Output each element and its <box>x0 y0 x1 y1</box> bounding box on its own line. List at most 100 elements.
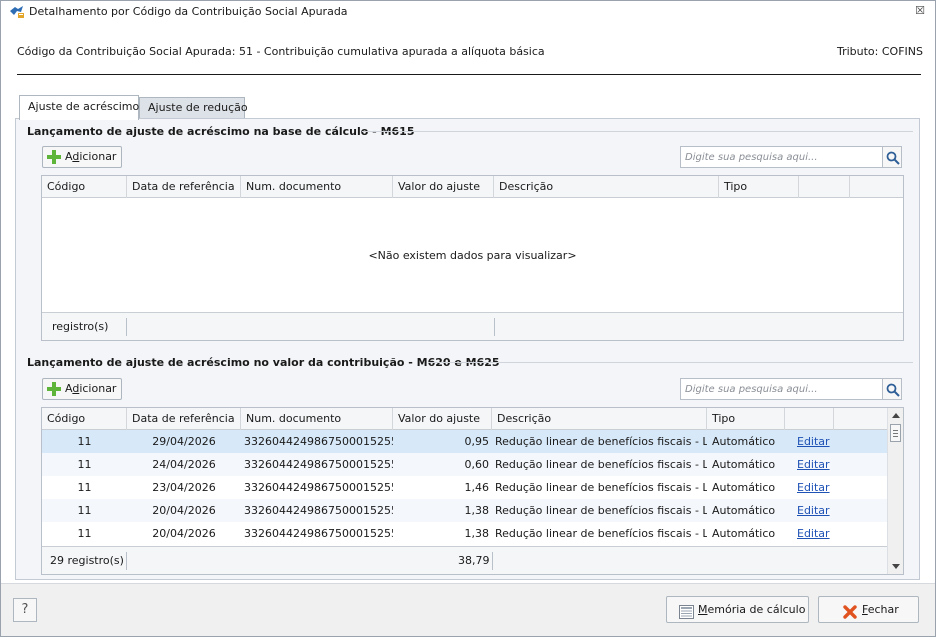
editar-link[interactable]: Editar <box>785 499 834 522</box>
editar-link[interactable]: Editar <box>785 453 834 476</box>
col-header-valor-ajuste[interactable]: Valor do ajuste <box>393 408 492 430</box>
col-header-data-referencia[interactable]: Data de referência <box>127 176 241 198</box>
tab-ajuste-reducao[interactable]: Ajuste de redução <box>139 97 248 119</box>
cell-tipo: Automático <box>712 504 776 517</box>
cell-codigo: 11 <box>77 481 92 494</box>
dialog-footer: ? Memória de cálculo Fechar <box>1 583 935 636</box>
search-input-m615[interactable] <box>680 146 882 168</box>
tributo-label: Tributo: COFINS <box>836 45 923 58</box>
tab-panel-ajuste-acrescimo: Lançamento de ajuste de acréscimo na bas… <box>15 118 920 580</box>
add-button-label: Adicionar <box>65 382 117 395</box>
add-button-label: Adicionar <box>65 150 117 163</box>
grid-m615: Código Data de referência Num. documento… <box>41 175 904 341</box>
plus-icon <box>47 382 61 396</box>
window-close-button[interactable]: ☒ <box>915 4 925 17</box>
vertical-scrollbar[interactable] <box>887 408 903 574</box>
title-bar: Detalhamento por Código da Contribuição … <box>1 1 935 23</box>
editar-link[interactable]: Editar <box>785 430 834 453</box>
add-button-m620[interactable]: Adicionar <box>42 378 123 400</box>
footer-separator <box>492 552 493 570</box>
calculator-icon <box>679 603 694 619</box>
cell-data: 20/04/2026 <box>152 504 216 517</box>
footer-total: 38,79 <box>458 554 490 567</box>
table-row[interactable]: 11 29/04/2026 33260442498675000152558900 0,… <box>42 430 889 453</box>
table-row[interactable]: 11 24/04/2026 33260442498675000152558900 0,… <box>42 453 889 476</box>
cell-valor: 1,38 <box>464 527 490 540</box>
col-header-descricao[interactable]: Descrição <box>492 408 707 430</box>
cell-descricao: Redução linear de benefícios fiscais - L… <box>495 481 707 494</box>
scroll-down-arrow-icon[interactable] <box>892 564 900 569</box>
cell-num: 33260442498675000152558900 <box>244 435 393 448</box>
table-row[interactable]: 11 20/04/2026 33260442498675000152558900 1,… <box>42 499 889 522</box>
cell-codigo: 11 <box>77 458 92 471</box>
search-input-m620[interactable] <box>680 378 882 400</box>
main-content: Ajuste de acréscimo Ajuste de redução La… <box>1 79 935 583</box>
search-button-m620[interactable] <box>882 378 902 400</box>
tab-ajuste-acrescimo-label: Ajuste de acréscimo <box>28 100 140 113</box>
editar-link[interactable]: Editar <box>785 522 834 545</box>
empty-message: <Não existem dados para visualizar> <box>368 249 577 262</box>
search-box-m620 <box>680 378 902 400</box>
col-header-codigo[interactable]: Código <box>42 408 127 430</box>
cell-num: 33260442498675000152558900 <box>244 481 393 494</box>
col-header-extra <box>834 408 889 430</box>
cell-tipo: Automático <box>712 527 776 540</box>
cell-num: 33260442498675000152558900 <box>244 527 393 540</box>
plus-icon <box>47 150 61 164</box>
col-header-data-referencia[interactable]: Data de referência <box>127 408 241 430</box>
cell-descricao: Redução linear de benefícios fiscais - L… <box>495 504 707 517</box>
section-divider <box>428 362 913 363</box>
cell-codigo: 11 <box>77 435 92 448</box>
search-icon <box>886 383 900 397</box>
table-row[interactable]: 11 20/04/2026 33260442498675000152558900 1,… <box>42 522 889 545</box>
table-row[interactable]: 11 23/04/2026 33260442498675000152558900 1,… <box>42 476 889 499</box>
col-header-num-documento[interactable]: Num. documento <box>241 176 393 198</box>
header: Código da Contribuição Social Apurada: 5… <box>1 23 935 79</box>
cell-valor: 0,95 <box>464 435 490 448</box>
section-divider <box>362 131 913 132</box>
tab-ajuste-acrescimo[interactable]: Ajuste de acréscimo <box>19 95 139 120</box>
section-title-m615: Lançamento de ajuste de acréscimo na bas… <box>27 125 415 138</box>
grid-header-m620: Código Data de referência Num. documento… <box>42 408 887 430</box>
search-box-m615 <box>680 146 902 168</box>
cell-tipo: Automático <box>712 435 776 448</box>
col-header-editar <box>785 408 834 430</box>
col-header-editar <box>799 176 850 198</box>
col-header-descricao[interactable]: Descrição <box>494 176 719 198</box>
memoria-calculo-button[interactable]: Memória de cálculo <box>666 596 809 623</box>
grid-header-m615: Código Data de referência Num. documento… <box>42 176 903 198</box>
editar-link[interactable]: Editar <box>785 476 834 499</box>
tab-ajuste-reducao-label: Ajuste de redução <box>148 101 248 114</box>
footer-separator <box>494 318 495 336</box>
col-header-num-documento[interactable]: Num. documento <box>241 408 393 430</box>
grid-footer-m620: 29 registro(s) 38,79 <box>42 546 887 574</box>
dialog-window: Detalhamento por Código da Contribuição … <box>0 0 936 637</box>
col-header-tipo[interactable]: Tipo <box>719 176 799 198</box>
scroll-thumb[interactable] <box>890 424 901 442</box>
cell-descricao: Redução linear de benefícios fiscais - L… <box>495 435 707 448</box>
app-logo-icon <box>9 5 25 19</box>
grid-footer-m615: registro(s) <box>42 312 903 340</box>
footer-separator <box>126 318 127 336</box>
cell-num: 33260442498675000152558900 <box>244 504 393 517</box>
cell-valor: 1,46 <box>464 481 490 494</box>
codigo-contribuicao-label: Código da Contribuição Social Apurada: 5… <box>17 45 545 58</box>
add-button-m615[interactable]: Adicionar <box>42 146 123 168</box>
footer-separator <box>126 552 127 570</box>
search-button-m615[interactable] <box>882 146 902 168</box>
grid-m620: Código Data de referência Num. documento… <box>41 407 904 575</box>
cell-descricao: Redução linear de benefícios fiscais - L… <box>495 527 707 540</box>
cell-data: 20/04/2026 <box>152 527 216 540</box>
help-button[interactable]: ? <box>13 598 37 622</box>
col-header-codigo[interactable]: Código <box>42 176 127 198</box>
window-title: Detalhamento por Código da Contribuição … <box>29 5 348 18</box>
col-header-tipo[interactable]: Tipo <box>707 408 785 430</box>
fechar-button[interactable]: Fechar <box>818 596 919 623</box>
col-header-extra <box>850 176 903 198</box>
cell-data: 29/04/2026 <box>152 435 216 448</box>
fechar-label: Fechar <box>862 603 899 616</box>
search-icon <box>886 151 900 165</box>
cell-valor: 1,38 <box>464 504 490 517</box>
col-header-valor-ajuste[interactable]: Valor do ajuste <box>393 176 494 198</box>
scroll-up-arrow-icon[interactable] <box>892 413 900 418</box>
